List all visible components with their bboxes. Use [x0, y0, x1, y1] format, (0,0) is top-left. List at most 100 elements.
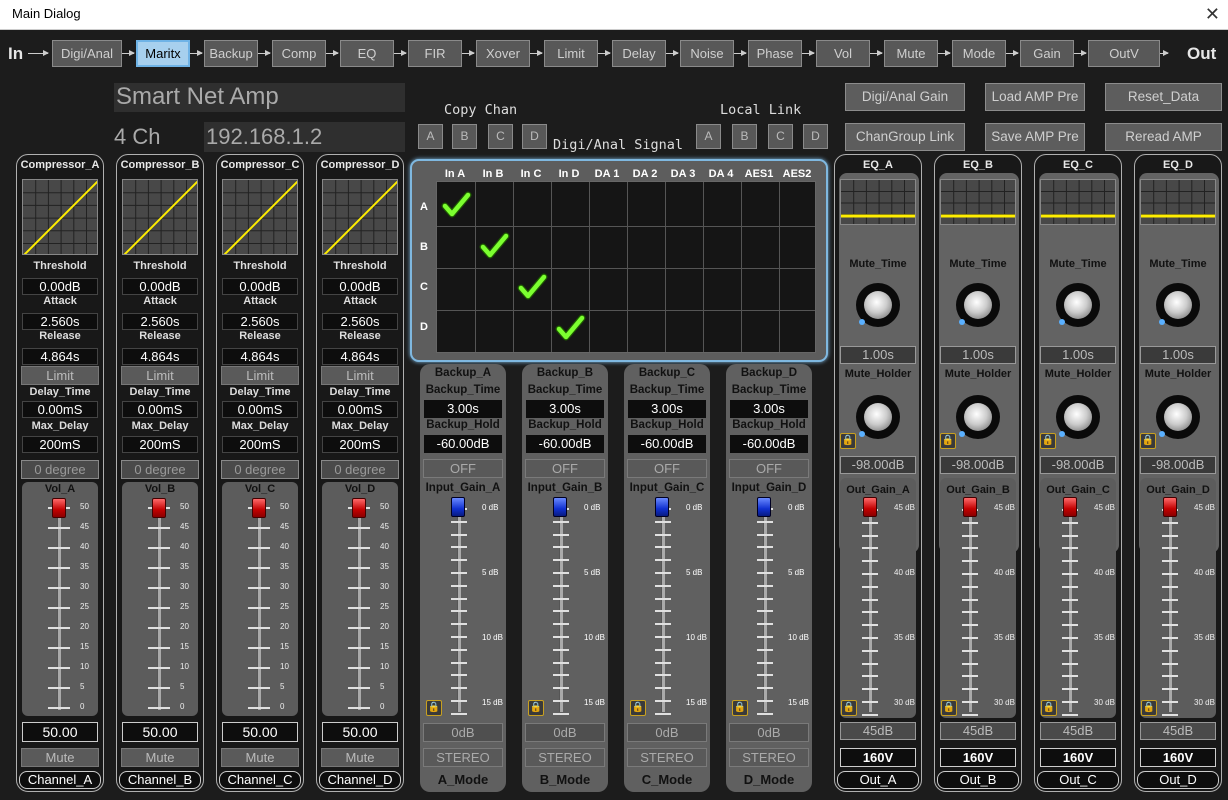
- matrix-check-icon[interactable]: [475, 225, 513, 267]
- backup-state-button[interactable]: OFF: [729, 459, 809, 478]
- mute-time-knob-icon[interactable]: [1156, 283, 1200, 327]
- mode-value-button[interactable]: STEREO: [525, 748, 605, 767]
- local-link-b-button[interactable]: B: [732, 124, 757, 149]
- channel-button[interactable]: Channel_A: [19, 771, 101, 789]
- lock-icon[interactable]: 🔒: [426, 700, 442, 716]
- backup-time-value[interactable]: 3.00s: [526, 400, 604, 418]
- compressor-release-value[interactable]: 4.864s: [322, 348, 398, 365]
- channel-button[interactable]: Channel_B: [119, 771, 201, 789]
- mute-time-knob-icon[interactable]: [856, 283, 900, 327]
- compressor-attack-value[interactable]: 2.560s: [22, 313, 98, 330]
- volume-value[interactable]: 50.00: [222, 722, 298, 742]
- backup-hold-value[interactable]: -60.00dB: [730, 435, 808, 453]
- mute-time-value[interactable]: 1.00s: [840, 346, 916, 364]
- flow-button-5[interactable]: FIR: [408, 40, 462, 67]
- out-gain-track[interactable]: [868, 508, 872, 712]
- lock-icon[interactable]: 🔒: [940, 433, 956, 449]
- compressor-release-value[interactable]: 4.864s: [222, 348, 298, 365]
- flow-button-10[interactable]: Phase: [748, 40, 802, 67]
- out-gain-track[interactable]: [1068, 508, 1072, 712]
- max-delay-value[interactable]: 200mS: [122, 436, 198, 453]
- backup-state-button[interactable]: OFF: [423, 459, 503, 478]
- mute-button[interactable]: Mute: [121, 748, 199, 767]
- input-gain-fader-knob[interactable]: [757, 497, 771, 517]
- volume-fader-knob[interactable]: [252, 498, 266, 518]
- phase-degree-button[interactable]: 0 degree: [21, 460, 99, 479]
- lock-icon[interactable]: 🔒: [1141, 700, 1157, 716]
- local-link-d-button[interactable]: D: [803, 124, 828, 149]
- volume-value[interactable]: 50.00: [322, 722, 398, 742]
- out-channel-button[interactable]: Out_C: [1037, 771, 1119, 789]
- flow-button-8[interactable]: Delay: [612, 40, 666, 67]
- mute-holder-knob-icon[interactable]: [1056, 395, 1100, 439]
- compressor-threshold-value[interactable]: 0.00dB: [122, 278, 198, 295]
- flow-button-15[interactable]: OutV: [1088, 40, 1160, 67]
- delay-time-value[interactable]: 0.00mS: [322, 401, 398, 418]
- flow-button-0[interactable]: Digi/Anal: [52, 40, 122, 67]
- out-channel-button[interactable]: Out_A: [837, 771, 919, 789]
- mute-holder-knob-icon[interactable]: [1156, 395, 1200, 439]
- backup-hold-value[interactable]: -60.00dB: [628, 435, 706, 453]
- out-gain-fader-knob[interactable]: [1063, 497, 1077, 517]
- delay-time-value[interactable]: 0.00mS: [22, 401, 98, 418]
- output-voltage-value[interactable]: 160V: [940, 748, 1016, 767]
- backup-state-button[interactable]: OFF: [525, 459, 605, 478]
- mute-holder-knob-icon[interactable]: [856, 395, 900, 439]
- out-gain-value[interactable]: 45dB: [1140, 722, 1216, 740]
- out-channel-button[interactable]: Out_B: [937, 771, 1019, 789]
- copy-chan-d-button[interactable]: D: [522, 124, 547, 149]
- input-gain-fader-knob[interactable]: [553, 497, 567, 517]
- mute-button[interactable]: Mute: [21, 748, 99, 767]
- backup-state-button[interactable]: OFF: [627, 459, 707, 478]
- compressor-threshold-value[interactable]: 0.00dB: [22, 278, 98, 295]
- input-gain-value[interactable]: 0dB: [525, 723, 605, 742]
- matrix-check-icon[interactable]: [513, 266, 551, 308]
- flow-button-14[interactable]: Gain: [1020, 40, 1074, 67]
- max-delay-value[interactable]: 200mS: [322, 436, 398, 453]
- lock-icon[interactable]: 🔒: [630, 700, 646, 716]
- out-gain-value[interactable]: 45dB: [940, 722, 1016, 740]
- input-gain-value[interactable]: 0dB: [627, 723, 707, 742]
- mode-button[interactable]: D_Mode: [728, 771, 810, 789]
- flow-button-11[interactable]: Vol: [816, 40, 870, 67]
- mute-holder-value[interactable]: -98.00dB: [940, 456, 1016, 474]
- limit-button[interactable]: Limit: [321, 366, 399, 385]
- backup-hold-value[interactable]: -60.00dB: [424, 435, 502, 453]
- out-gain-fader-knob[interactable]: [1163, 497, 1177, 517]
- flow-button-1[interactable]: Maritx: [136, 40, 190, 67]
- lock-icon[interactable]: 🔒: [840, 433, 856, 449]
- phase-degree-button[interactable]: 0 degree: [321, 460, 399, 479]
- backup-time-value[interactable]: 3.00s: [424, 400, 502, 418]
- mute-time-value[interactable]: 1.00s: [940, 346, 1016, 364]
- local-link-c-button[interactable]: C: [768, 124, 793, 149]
- flow-button-9[interactable]: Noise: [680, 40, 734, 67]
- volume-fader-knob[interactable]: [152, 498, 166, 518]
- limit-button[interactable]: Limit: [121, 366, 199, 385]
- lock-icon[interactable]: 🔒: [1140, 433, 1156, 449]
- lock-icon[interactable]: 🔒: [732, 700, 748, 716]
- mute-time-knob-icon[interactable]: [1056, 283, 1100, 327]
- mute-holder-value[interactable]: -98.00dB: [840, 456, 916, 474]
- lock-icon[interactable]: 🔒: [941, 700, 957, 716]
- flow-button-6[interactable]: Xover: [476, 40, 530, 67]
- max-delay-value[interactable]: 200mS: [222, 436, 298, 453]
- close-icon[interactable]: ✕: [1205, 0, 1220, 28]
- compressor-attack-value[interactable]: 2.560s: [222, 313, 298, 330]
- digi-anal-gain-button[interactable]: Digi/Anal Gain: [845, 83, 965, 111]
- lock-icon[interactable]: 🔒: [1040, 433, 1056, 449]
- mute-holder-value[interactable]: -98.00dB: [1040, 456, 1116, 474]
- lock-icon[interactable]: 🔒: [528, 700, 544, 716]
- output-voltage-value[interactable]: 160V: [1140, 748, 1216, 767]
- mute-time-value[interactable]: 1.00s: [1140, 346, 1216, 364]
- input-gain-fader-knob[interactable]: [451, 497, 465, 517]
- mute-time-knob-icon[interactable]: [956, 283, 1000, 327]
- copy-chan-b-button[interactable]: B: [452, 124, 477, 149]
- matrix-check-icon[interactable]: [551, 307, 589, 349]
- out-gain-value[interactable]: 45dB: [1040, 722, 1116, 740]
- changroup-link-button[interactable]: ChanGroup Link: [845, 123, 965, 151]
- load-amp-pre-button[interactable]: Load AMP Pre: [985, 83, 1085, 111]
- out-gain-fader-knob[interactable]: [963, 497, 977, 517]
- flow-button-7[interactable]: Limit: [544, 40, 598, 67]
- backup-time-value[interactable]: 3.00s: [628, 400, 706, 418]
- input-gain-fader-knob[interactable]: [655, 497, 669, 517]
